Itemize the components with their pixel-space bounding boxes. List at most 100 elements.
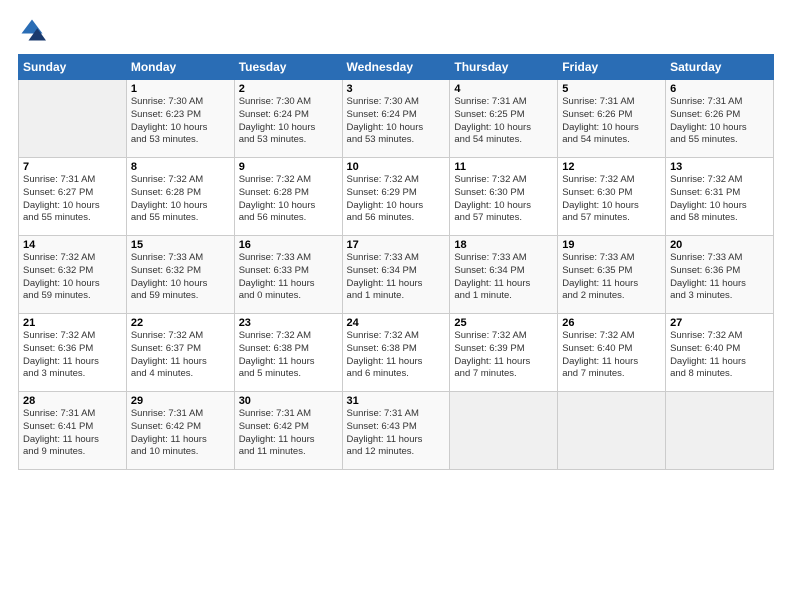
day-cell: 4Sunrise: 7:31 AM Sunset: 6:25 PM Daylig… — [450, 80, 558, 158]
logo-icon — [18, 16, 46, 44]
day-number: 23 — [239, 317, 338, 329]
day-cell: 12Sunrise: 7:32 AM Sunset: 6:30 PM Dayli… — [558, 158, 666, 236]
day-cell — [19, 80, 127, 158]
day-cell: 8Sunrise: 7:32 AM Sunset: 6:28 PM Daylig… — [126, 158, 234, 236]
day-number: 5 — [562, 83, 661, 95]
day-info: Sunrise: 7:32 AM Sunset: 6:28 PM Dayligh… — [239, 174, 338, 225]
day-info: Sunrise: 7:32 AM Sunset: 6:28 PM Dayligh… — [131, 174, 230, 225]
day-cell: 10Sunrise: 7:32 AM Sunset: 6:29 PM Dayli… — [342, 158, 450, 236]
day-cell: 1Sunrise: 7:30 AM Sunset: 6:23 PM Daylig… — [126, 80, 234, 158]
day-info: Sunrise: 7:32 AM Sunset: 6:30 PM Dayligh… — [562, 174, 661, 225]
day-info: Sunrise: 7:33 AM Sunset: 6:32 PM Dayligh… — [131, 252, 230, 303]
day-number: 29 — [131, 395, 230, 407]
day-cell — [558, 392, 666, 470]
header-row: SundayMondayTuesdayWednesdayThursdayFrid… — [19, 55, 774, 80]
week-row-1: 1Sunrise: 7:30 AM Sunset: 6:23 PM Daylig… — [19, 80, 774, 158]
day-info: Sunrise: 7:32 AM Sunset: 6:40 PM Dayligh… — [670, 330, 769, 381]
day-info: Sunrise: 7:33 AM Sunset: 6:33 PM Dayligh… — [239, 252, 338, 303]
calendar-body: 1Sunrise: 7:30 AM Sunset: 6:23 PM Daylig… — [19, 80, 774, 470]
day-number: 21 — [23, 317, 122, 329]
day-cell: 22Sunrise: 7:32 AM Sunset: 6:37 PM Dayli… — [126, 314, 234, 392]
week-row-2: 7Sunrise: 7:31 AM Sunset: 6:27 PM Daylig… — [19, 158, 774, 236]
week-row-3: 14Sunrise: 7:32 AM Sunset: 6:32 PM Dayli… — [19, 236, 774, 314]
logo — [18, 16, 50, 44]
day-number: 16 — [239, 239, 338, 251]
day-cell: 5Sunrise: 7:31 AM Sunset: 6:26 PM Daylig… — [558, 80, 666, 158]
day-cell: 30Sunrise: 7:31 AM Sunset: 6:42 PM Dayli… — [234, 392, 342, 470]
day-info: Sunrise: 7:30 AM Sunset: 6:23 PM Dayligh… — [131, 96, 230, 147]
day-info: Sunrise: 7:32 AM Sunset: 6:38 PM Dayligh… — [239, 330, 338, 381]
day-cell: 3Sunrise: 7:30 AM Sunset: 6:24 PM Daylig… — [342, 80, 450, 158]
day-info: Sunrise: 7:32 AM Sunset: 6:39 PM Dayligh… — [454, 330, 553, 381]
day-info: Sunrise: 7:31 AM Sunset: 6:42 PM Dayligh… — [239, 408, 338, 459]
day-cell — [666, 392, 774, 470]
day-info: Sunrise: 7:30 AM Sunset: 6:24 PM Dayligh… — [239, 96, 338, 147]
day-cell: 26Sunrise: 7:32 AM Sunset: 6:40 PM Dayli… — [558, 314, 666, 392]
day-number: 7 — [23, 161, 122, 173]
day-info: Sunrise: 7:32 AM Sunset: 6:30 PM Dayligh… — [454, 174, 553, 225]
day-info: Sunrise: 7:31 AM Sunset: 6:26 PM Dayligh… — [670, 96, 769, 147]
page-header — [18, 16, 774, 44]
week-row-4: 21Sunrise: 7:32 AM Sunset: 6:36 PM Dayli… — [19, 314, 774, 392]
day-cell: 15Sunrise: 7:33 AM Sunset: 6:32 PM Dayli… — [126, 236, 234, 314]
day-cell: 31Sunrise: 7:31 AM Sunset: 6:43 PM Dayli… — [342, 392, 450, 470]
day-cell: 11Sunrise: 7:32 AM Sunset: 6:30 PM Dayli… — [450, 158, 558, 236]
day-number: 10 — [347, 161, 446, 173]
day-info: Sunrise: 7:31 AM Sunset: 6:42 PM Dayligh… — [131, 408, 230, 459]
day-info: Sunrise: 7:32 AM Sunset: 6:37 PM Dayligh… — [131, 330, 230, 381]
day-cell: 25Sunrise: 7:32 AM Sunset: 6:39 PM Dayli… — [450, 314, 558, 392]
day-cell: 16Sunrise: 7:33 AM Sunset: 6:33 PM Dayli… — [234, 236, 342, 314]
calendar-table: SundayMondayTuesdayWednesdayThursdayFrid… — [18, 54, 774, 470]
day-number: 28 — [23, 395, 122, 407]
day-number: 12 — [562, 161, 661, 173]
day-cell: 27Sunrise: 7:32 AM Sunset: 6:40 PM Dayli… — [666, 314, 774, 392]
day-number: 27 — [670, 317, 769, 329]
day-number: 4 — [454, 83, 553, 95]
day-info: Sunrise: 7:32 AM Sunset: 6:36 PM Dayligh… — [23, 330, 122, 381]
day-number: 15 — [131, 239, 230, 251]
day-cell: 13Sunrise: 7:32 AM Sunset: 6:31 PM Dayli… — [666, 158, 774, 236]
day-info: Sunrise: 7:32 AM Sunset: 6:29 PM Dayligh… — [347, 174, 446, 225]
day-number: 13 — [670, 161, 769, 173]
day-info: Sunrise: 7:33 AM Sunset: 6:34 PM Dayligh… — [347, 252, 446, 303]
day-cell: 9Sunrise: 7:32 AM Sunset: 6:28 PM Daylig… — [234, 158, 342, 236]
day-info: Sunrise: 7:33 AM Sunset: 6:36 PM Dayligh… — [670, 252, 769, 303]
day-cell: 18Sunrise: 7:33 AM Sunset: 6:34 PM Dayli… — [450, 236, 558, 314]
day-number: 26 — [562, 317, 661, 329]
day-number: 19 — [562, 239, 661, 251]
day-info: Sunrise: 7:30 AM Sunset: 6:24 PM Dayligh… — [347, 96, 446, 147]
day-number: 3 — [347, 83, 446, 95]
day-number: 20 — [670, 239, 769, 251]
day-number: 9 — [239, 161, 338, 173]
day-info: Sunrise: 7:31 AM Sunset: 6:27 PM Dayligh… — [23, 174, 122, 225]
day-number: 6 — [670, 83, 769, 95]
day-cell: 2Sunrise: 7:30 AM Sunset: 6:24 PM Daylig… — [234, 80, 342, 158]
column-header-tuesday: Tuesday — [234, 55, 342, 80]
day-number: 11 — [454, 161, 553, 173]
day-info: Sunrise: 7:33 AM Sunset: 6:34 PM Dayligh… — [454, 252, 553, 303]
day-cell: 6Sunrise: 7:31 AM Sunset: 6:26 PM Daylig… — [666, 80, 774, 158]
day-cell: 29Sunrise: 7:31 AM Sunset: 6:42 PM Dayli… — [126, 392, 234, 470]
day-cell: 7Sunrise: 7:31 AM Sunset: 6:27 PM Daylig… — [19, 158, 127, 236]
day-number: 8 — [131, 161, 230, 173]
column-header-monday: Monday — [126, 55, 234, 80]
column-header-saturday: Saturday — [666, 55, 774, 80]
day-info: Sunrise: 7:32 AM Sunset: 6:32 PM Dayligh… — [23, 252, 122, 303]
day-cell: 24Sunrise: 7:32 AM Sunset: 6:38 PM Dayli… — [342, 314, 450, 392]
day-cell: 17Sunrise: 7:33 AM Sunset: 6:34 PM Dayli… — [342, 236, 450, 314]
day-cell: 28Sunrise: 7:31 AM Sunset: 6:41 PM Dayli… — [19, 392, 127, 470]
day-cell: 19Sunrise: 7:33 AM Sunset: 6:35 PM Dayli… — [558, 236, 666, 314]
day-info: Sunrise: 7:31 AM Sunset: 6:43 PM Dayligh… — [347, 408, 446, 459]
calendar-header: SundayMondayTuesdayWednesdayThursdayFrid… — [19, 55, 774, 80]
day-number: 14 — [23, 239, 122, 251]
week-row-5: 28Sunrise: 7:31 AM Sunset: 6:41 PM Dayli… — [19, 392, 774, 470]
day-cell: 23Sunrise: 7:32 AM Sunset: 6:38 PM Dayli… — [234, 314, 342, 392]
day-info: Sunrise: 7:31 AM Sunset: 6:26 PM Dayligh… — [562, 96, 661, 147]
day-info: Sunrise: 7:32 AM Sunset: 6:40 PM Dayligh… — [562, 330, 661, 381]
day-cell: 14Sunrise: 7:32 AM Sunset: 6:32 PM Dayli… — [19, 236, 127, 314]
day-number: 30 — [239, 395, 338, 407]
day-number: 25 — [454, 317, 553, 329]
day-cell: 21Sunrise: 7:32 AM Sunset: 6:36 PM Dayli… — [19, 314, 127, 392]
day-info: Sunrise: 7:32 AM Sunset: 6:31 PM Dayligh… — [670, 174, 769, 225]
column-header-thursday: Thursday — [450, 55, 558, 80]
